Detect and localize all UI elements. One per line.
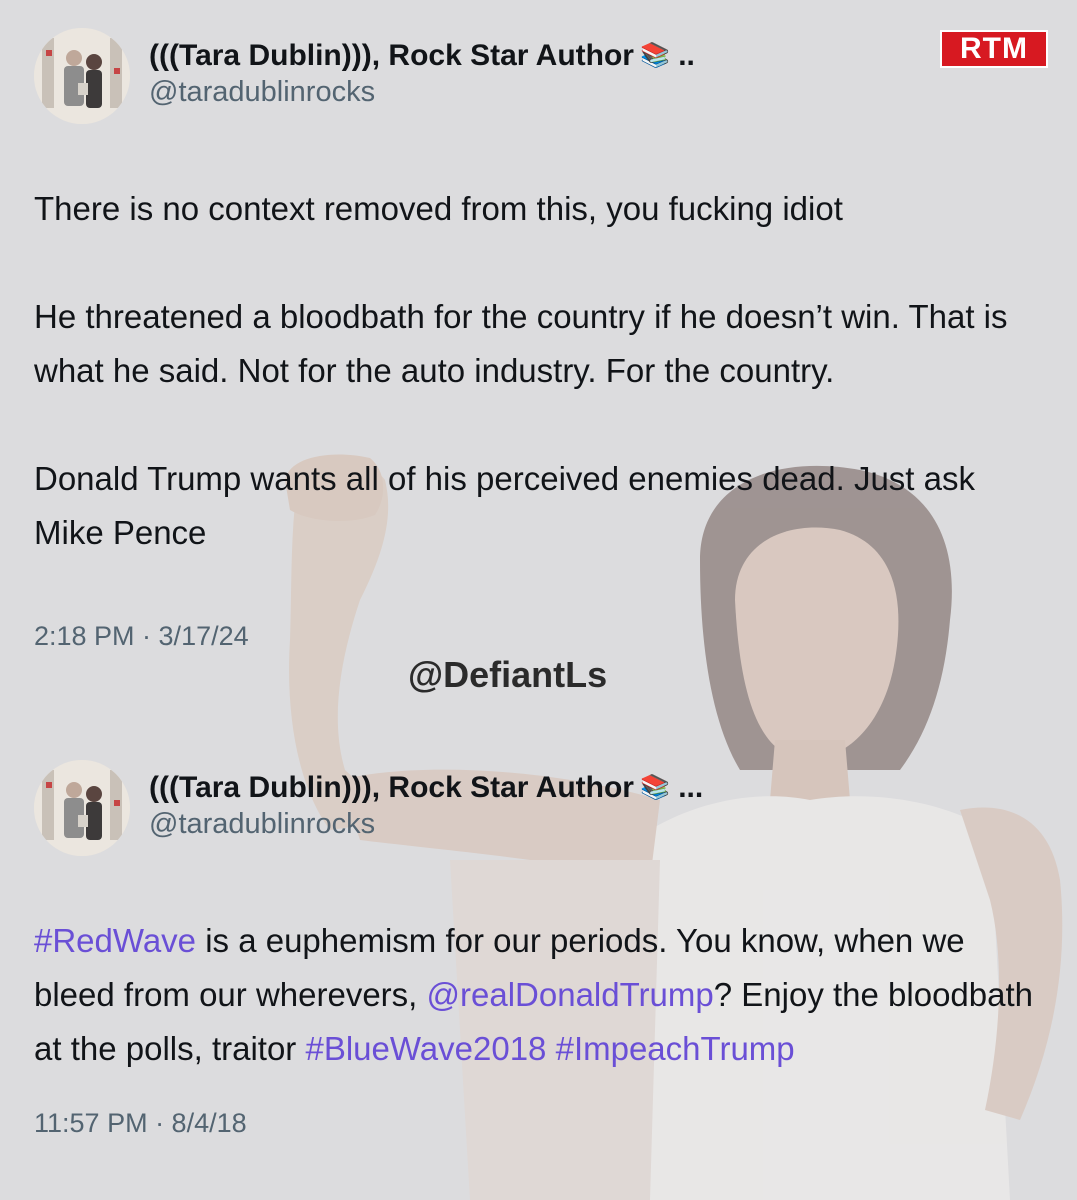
tweet-paragraph: Donald Trump wants all of his perceived … [34, 460, 975, 551]
tweet-paragraph: He threatened a bloodbath for the countr… [34, 298, 1008, 389]
handle[interactable]: @taradublinrocks [149, 806, 703, 842]
mention-link[interactable]: @realDonaldTrump [427, 976, 714, 1013]
tweet-paragraph: There is no context removed from this, y… [34, 190, 843, 227]
watermark: @DefiantLs [408, 654, 608, 695]
name-truncation: ... [678, 771, 704, 804]
hashtag-link[interactable]: #RedWave [34, 922, 196, 959]
timestamp[interactable]: 11:57 PM · 8/4/18 [34, 1106, 1044, 1140]
display-name[interactable]: (((Tara Dublin))), Rock Star Author 📚 ... [149, 770, 703, 806]
tweet-header: (((Tara Dublin))), Rock Star Author 📚 ...… [34, 760, 1044, 856]
timestamp[interactable]: 2:18 PM · 3/17/24 [34, 619, 1044, 653]
tweet-1[interactable]: (((Tara Dublin))), Rock Star Author 📚 .. … [34, 28, 1044, 653]
handle[interactable]: @taradublinrocks [149, 74, 695, 110]
avatar[interactable] [34, 28, 130, 124]
tweet-header: (((Tara Dublin))), Rock Star Author 📚 .. … [34, 28, 1044, 124]
tweet-2[interactable]: (((Tara Dublin))), Rock Star Author 📚 ...… [34, 760, 1044, 1140]
tweet-author: (((Tara Dublin))), Rock Star Author 📚 .. … [149, 38, 695, 110]
tweet-text: There is no context removed from this, y… [34, 182, 1044, 560]
hashtag-link[interactable]: #ImpeachTrump [556, 1030, 795, 1067]
books-icon: 📚 [639, 42, 670, 69]
name-truncation: .. [678, 39, 695, 72]
tweet-text-segment [546, 1030, 555, 1067]
books-icon: 📚 [639, 774, 670, 801]
hashtag-link[interactable]: #BlueWave2018 [305, 1030, 546, 1067]
tweet-text: #RedWave is a euphemism for our periods.… [34, 914, 1044, 1076]
display-name[interactable]: (((Tara Dublin))), Rock Star Author 📚 .. [149, 38, 695, 74]
avatar[interactable] [34, 760, 130, 856]
tweet-author: (((Tara Dublin))), Rock Star Author 📚 ...… [149, 770, 703, 842]
